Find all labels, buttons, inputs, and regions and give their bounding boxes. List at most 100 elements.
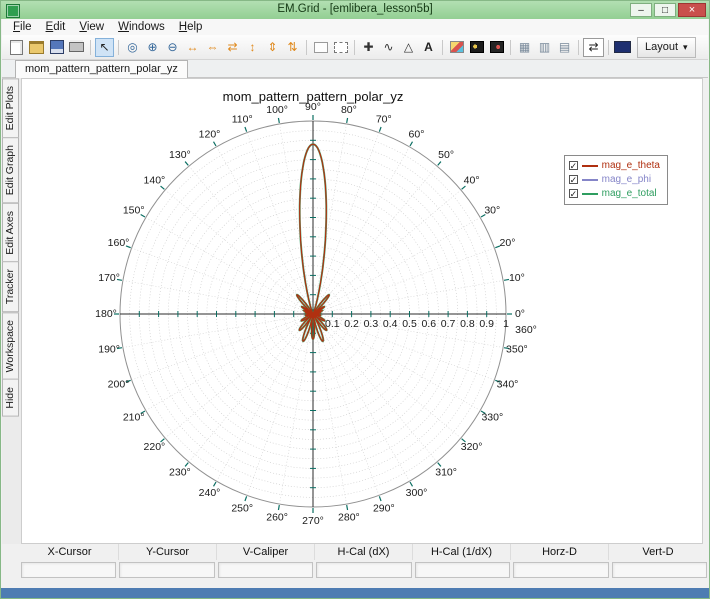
window-bottom-border xyxy=(1,588,709,598)
angle-label: 340° xyxy=(497,379,519,391)
grid-spoke xyxy=(188,165,314,315)
fill-pattern-1-button[interactable] xyxy=(467,38,486,57)
image-tool-icon xyxy=(449,41,464,53)
angle-label: 70° xyxy=(376,113,392,125)
swap-x-button[interactable]: ⇄ xyxy=(223,38,242,57)
toolbar-separator xyxy=(306,39,307,55)
polar-plot: 0°10°20°30°40°50°60°70°80°90°100°110°120… xyxy=(95,101,537,527)
rim-tick xyxy=(244,126,248,132)
rect-region-icon xyxy=(313,41,328,53)
status-label-1: X-Cursor xyxy=(21,544,119,560)
curve-trace-tool-button[interactable]: ∿ xyxy=(379,38,398,57)
minimize-button[interactable]: – xyxy=(630,3,652,17)
image-tool-button[interactable] xyxy=(447,38,466,57)
save-file-icon xyxy=(49,40,64,54)
select-cursor-button[interactable]: ↖ xyxy=(95,37,114,57)
rim-tick xyxy=(409,141,414,147)
new-file-button[interactable] xyxy=(7,38,26,57)
stretch-y-button[interactable]: ↕ xyxy=(243,38,262,57)
close-button[interactable]: × xyxy=(678,3,706,17)
angle-label: 100° xyxy=(266,104,288,116)
open-file-icon xyxy=(29,40,44,54)
grid-horizontal-button[interactable]: ▤ xyxy=(555,38,574,57)
status-value-2 xyxy=(119,562,215,578)
toolbar-separator xyxy=(578,39,579,55)
fill-pattern-1-icon xyxy=(469,41,484,53)
expand-y-button[interactable]: ⇕ xyxy=(263,38,282,57)
text-tool-button[interactable]: A xyxy=(419,38,438,57)
zoom-in-button[interactable]: ⊕ xyxy=(143,38,162,57)
sidebar-tab-tracker[interactable]: Tracker xyxy=(2,261,19,313)
sidebar-tab-edit-graph[interactable]: Edit Graph xyxy=(2,137,19,204)
menu-help[interactable]: Help xyxy=(172,20,210,35)
open-file-button[interactable] xyxy=(27,38,46,57)
angle-label: 170° xyxy=(98,272,120,284)
grid-spoke xyxy=(131,247,314,315)
crosshair-tool-button[interactable]: ✚ xyxy=(359,38,378,57)
angle-label: 190° xyxy=(98,344,120,356)
radial-label: 0.8 xyxy=(460,318,475,330)
sidebar-tab-edit-plots[interactable]: Edit Plots xyxy=(2,78,19,139)
legend: ✓ mag_e_theta ✓ mag_e_phi ✓ mag_e_total xyxy=(563,155,668,205)
rim-tick xyxy=(244,496,248,502)
menu-view[interactable]: View xyxy=(72,20,111,35)
angle-label: 240° xyxy=(199,487,221,499)
print-button[interactable] xyxy=(67,38,86,57)
legend-item-mag_e_theta[interactable]: ✓ mag_e_theta xyxy=(568,159,660,172)
angle-label: 290° xyxy=(373,502,395,514)
sidebar-tab-workspace[interactable]: Workspace xyxy=(2,311,19,380)
toolbar-separator xyxy=(90,39,91,55)
checkbox-icon[interactable]: ✓ xyxy=(568,189,578,199)
radial-label: 0.5 xyxy=(402,318,417,330)
color-swatch-icon xyxy=(614,41,631,53)
chevron-down-icon: ▾ xyxy=(683,41,688,52)
zoom-region-button[interactable]: ◎ xyxy=(123,38,142,57)
save-file-button[interactable] xyxy=(47,38,66,57)
checkbox-icon[interactable]: ✓ xyxy=(568,161,578,171)
rim-tick xyxy=(212,141,217,147)
menu-windows[interactable]: Windows xyxy=(111,20,172,35)
polygon-tool-button[interactable]: △ xyxy=(399,38,418,57)
measure-width-button[interactable]: ⇄ xyxy=(583,37,604,57)
angle-label: 310° xyxy=(435,466,457,478)
fill-pattern-2-button[interactable] xyxy=(487,38,506,57)
zoom-out-button[interactable]: ⊖ xyxy=(163,38,182,57)
swap-y-button[interactable]: ⇅ xyxy=(283,38,302,57)
checkbox-icon[interactable]: ✓ xyxy=(568,175,578,185)
legend-item-mag_e_phi[interactable]: ✓ mag_e_phi xyxy=(568,173,660,186)
toolbar-separator xyxy=(510,39,511,55)
legend-item-mag_e_total[interactable]: ✓ mag_e_total xyxy=(568,187,660,200)
legend-line-sample xyxy=(581,178,598,181)
dashed-region-button[interactable] xyxy=(331,38,350,57)
angle-label: 150° xyxy=(123,204,145,216)
angle-label: 360° xyxy=(515,324,537,336)
rim-tick xyxy=(437,161,442,166)
sidebar-tab-edit-axes[interactable]: Edit Axes xyxy=(2,202,19,263)
expand-x-button[interactable]: ⇔ xyxy=(203,38,222,57)
sidebar-tab-hide[interactable]: Hide xyxy=(2,378,19,417)
legend-label: mag_e_phi xyxy=(601,174,652,185)
grid-vertical-button[interactable]: ▥ xyxy=(535,38,554,57)
grid-columns-button[interactable]: ▦ xyxy=(515,38,534,57)
radial-label: 0.4 xyxy=(383,318,398,330)
status-label-2: Y-Cursor xyxy=(119,544,217,560)
app-window: EM.Grid - [emlibera_lesson5b] – □ × File… xyxy=(0,0,710,599)
angle-label: 230° xyxy=(169,466,191,478)
tab-mom-pattern-polar-yz[interactable]: mom_pattern_pattern_polar_yz xyxy=(15,60,188,78)
menu-file[interactable]: File xyxy=(6,20,39,35)
layout-dropdown-button[interactable]: Layout ▾ xyxy=(637,36,696,58)
status-label-5: H-Cal (1/dX) xyxy=(413,544,511,560)
legend-line-sample xyxy=(581,192,598,195)
status-value-1 xyxy=(21,562,117,578)
status-label-7: Vert-D xyxy=(642,546,674,558)
maximize-button[interactable]: □ xyxy=(654,3,676,17)
menu-edit[interactable]: Edit xyxy=(39,20,73,35)
color-swatch-button[interactable] xyxy=(613,38,632,57)
angle-label: 130° xyxy=(169,149,191,161)
radial-label: 0.9 xyxy=(479,318,494,330)
legend-label: mag_e_theta xyxy=(601,160,660,171)
stretch-x-button[interactable]: ↔ xyxy=(183,38,202,57)
toolbar-separator xyxy=(442,39,443,55)
rect-region-button[interactable] xyxy=(311,38,330,57)
angle-label: 80° xyxy=(341,104,357,116)
